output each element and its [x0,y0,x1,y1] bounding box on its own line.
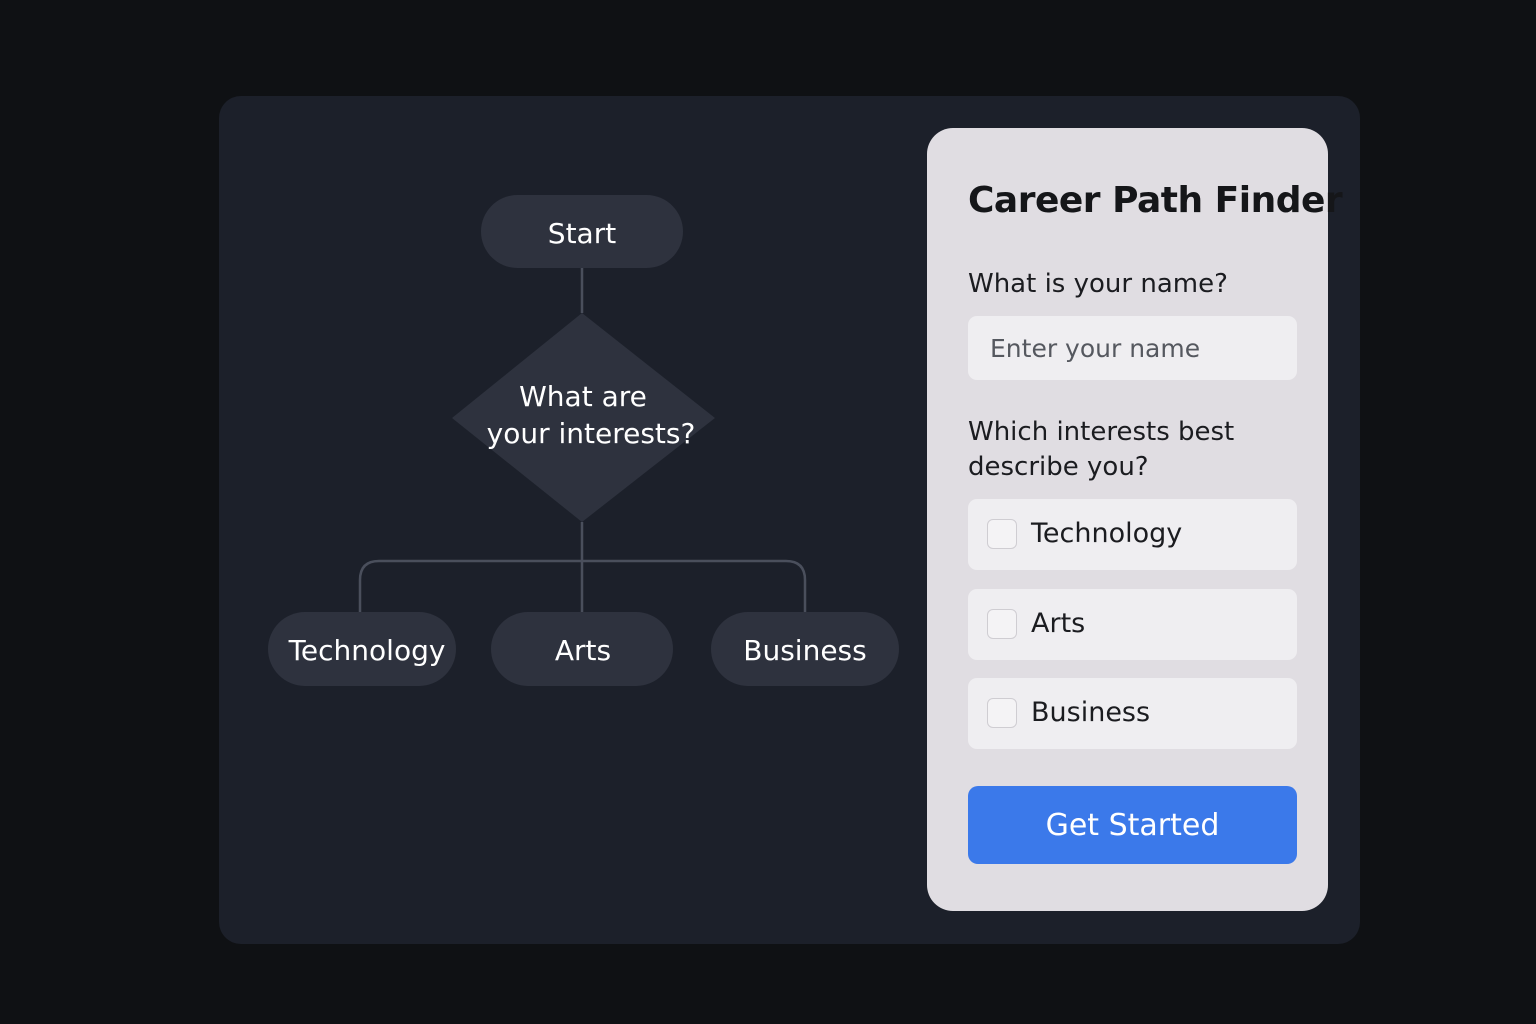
flow-node-arts: Arts [491,612,673,686]
flow-node-start-label: Start [548,217,616,250]
name-input[interactable] [968,316,1297,380]
flow-node-business: Business [711,612,899,686]
flow-node-question: What are your interests? [452,313,715,522]
flow-node-technology-label: Technology [288,634,446,667]
name-label: What is your name? [968,269,1228,299]
form-title: Career Path Finder [968,180,1343,221]
flow-node-start: Start [481,195,683,268]
get-started-button[interactable]: Get Started [968,786,1297,864]
flow-node-business-label: Business [743,634,866,667]
interest-option-technology[interactable]: Technology [968,499,1297,570]
interest-label-arts: Arts [1031,608,1086,639]
interest-option-business[interactable]: Business [968,678,1297,749]
checkbox-arts[interactable] [987,609,1017,639]
interest-label-technology: Technology [1031,518,1183,549]
flow-question-line1: What are [519,380,647,413]
interests-label: Which interests best describe you? [968,415,1234,485]
flow-node-technology: Technology [268,612,456,686]
flow-node-arts-label: Arts [555,634,611,667]
interests-label-line1: Which interests best [968,417,1235,447]
checkbox-technology[interactable] [987,519,1017,549]
interests-label-line2: describe you? [968,452,1149,482]
checkbox-business[interactable] [987,698,1017,728]
career-form-panel: Career Path Finder What is your name? Wh… [927,128,1343,911]
interest-option-arts[interactable]: Arts [968,589,1297,660]
flow-question-line2: your interests? [487,417,696,450]
interest-label-business: Business [1031,697,1151,728]
